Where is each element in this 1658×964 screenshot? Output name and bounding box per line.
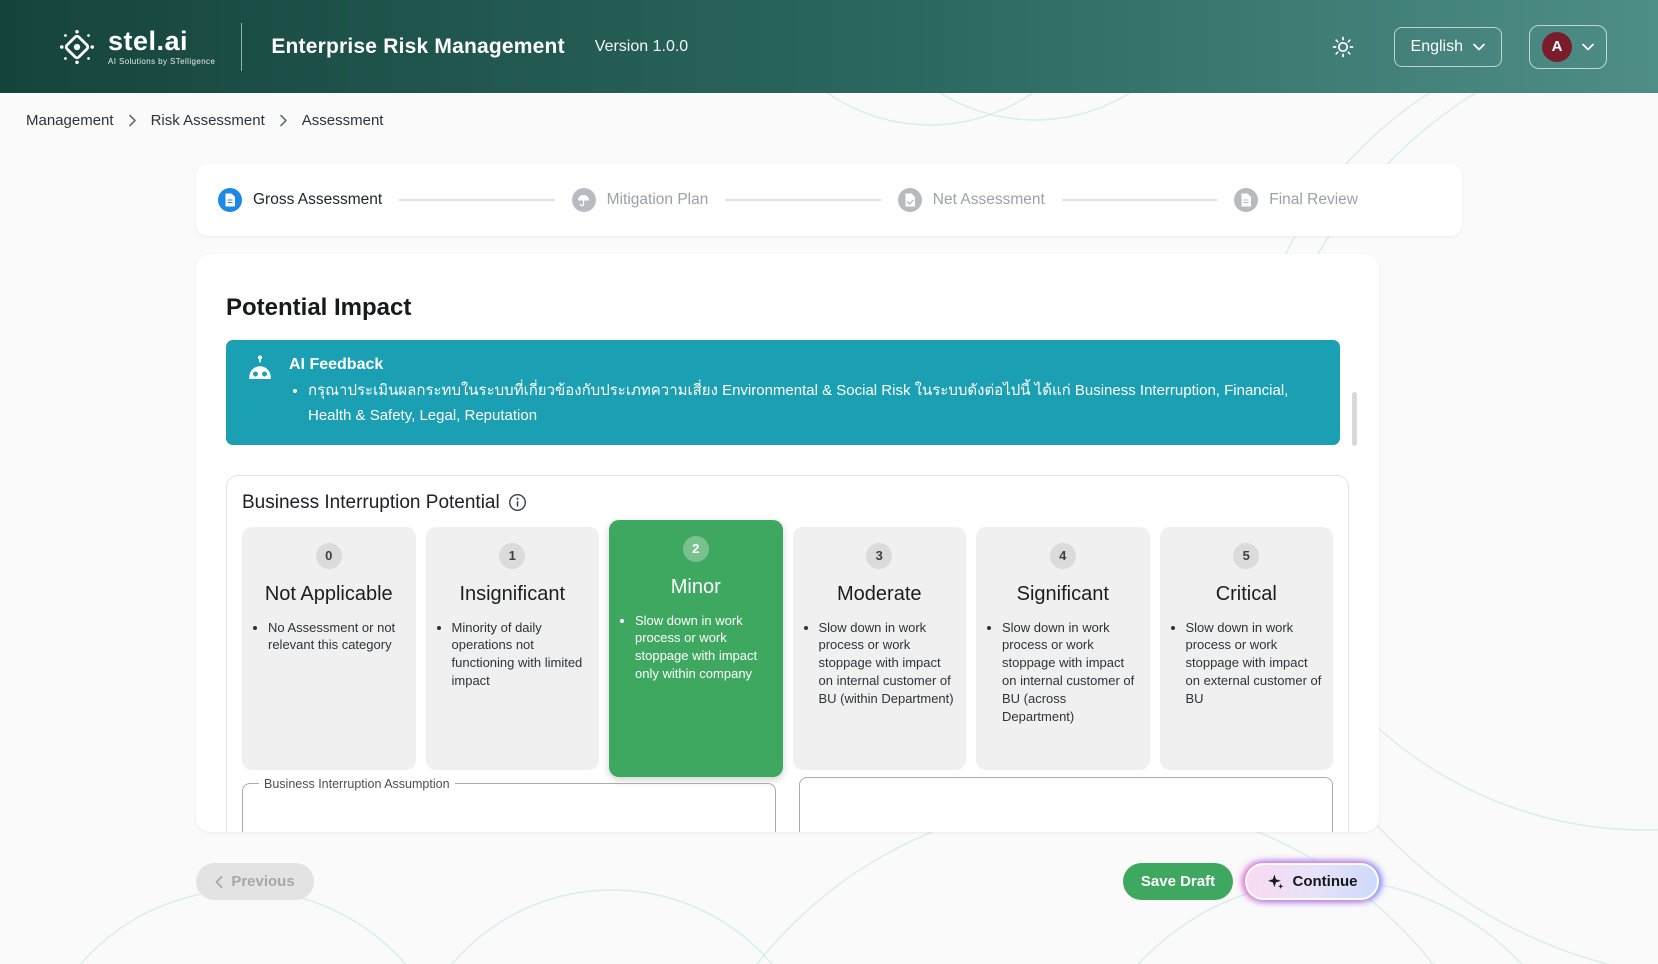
brand-logo: stel.ai AI Solutions by STelligence: [56, 26, 215, 68]
language-label: English: [1411, 38, 1463, 56]
step-connector: [1062, 199, 1217, 201]
option-score-badge: 3: [866, 543, 892, 569]
chevron-right-icon: [128, 114, 137, 127]
impact-option-2-minor-selected[interactable]: 2 Minor Slow down in work process or wor…: [609, 520, 783, 777]
option-title: Minor: [609, 576, 783, 599]
option-description: Minority of daily operations not functio…: [452, 619, 590, 691]
option-description: Slow down in work process or work stoppa…: [1186, 619, 1324, 709]
option-title: Moderate: [793, 583, 967, 606]
info-button[interactable]: [508, 493, 527, 512]
brand-tagline: AI Solutions by STelligence: [108, 58, 215, 66]
option-score-badge: 5: [1233, 543, 1259, 569]
step-label: Final Review: [1269, 191, 1358, 209]
app-version: Version 1.0.0: [595, 38, 688, 56]
ai-feedback-message: กรุณาประเมินผลกระทบในระบบที่เกี่ยวข้องกั…: [308, 379, 1320, 429]
brand-name: stel.ai: [108, 28, 215, 55]
impact-option-4-significant[interactable]: 4 Significant Slow down in work process …: [976, 527, 1150, 770]
step-circle: [1234, 188, 1258, 212]
theme-toggle-button[interactable]: [1327, 31, 1359, 63]
stelai-logo-icon: [56, 26, 98, 68]
chevron-down-icon: [1473, 43, 1485, 51]
impact-option-5-critical[interactable]: 5 Critical Slow down in work process or …: [1160, 527, 1334, 770]
breadcrumb-assessment: Assessment: [302, 112, 384, 129]
sun-icon: [1331, 35, 1355, 59]
avatar: A: [1542, 32, 1572, 62]
document-check-icon: [904, 193, 916, 207]
ai-feedback-title: AI Feedback: [289, 355, 1320, 375]
step-label: Gross Assessment: [253, 191, 382, 209]
page-title: Potential Impact: [226, 294, 1349, 322]
assessment-stepper: Gross Assessment Mitigation Plan Net Ass…: [196, 164, 1462, 236]
sparkle-icon: [1267, 873, 1285, 891]
option-title: Critical: [1160, 583, 1334, 606]
footer-actions: Previous Save Draft Continue: [196, 863, 1379, 900]
step-final-review[interactable]: Final Review: [1234, 188, 1358, 212]
step-connector: [399, 199, 554, 201]
option-title: Significant: [976, 583, 1150, 606]
umbrella-icon: [577, 194, 590, 207]
header-divider: [241, 23, 242, 71]
step-circle: [572, 188, 596, 212]
option-description: Slow down in work process or work stoppa…: [819, 619, 957, 709]
option-score-badge: 4: [1050, 543, 1076, 569]
breadcrumb: Management Risk Assessment Assessment: [26, 112, 1658, 129]
section-title: Business Interruption Potential: [242, 492, 500, 514]
step-net-assessment[interactable]: Net Assessment: [898, 188, 1045, 212]
business-interruption-section: Business Interruption Potential 0 Not Ap…: [226, 475, 1349, 833]
step-circle: [898, 188, 922, 212]
step-circle: [218, 188, 242, 212]
impact-option-0-not-applicable[interactable]: 0 Not Applicable No Assessment or not re…: [242, 527, 416, 770]
option-description: Slow down in work process or work stoppa…: [635, 612, 773, 684]
impact-options: 0 Not Applicable No Assessment or not re…: [242, 527, 1333, 777]
step-connector: [725, 199, 880, 201]
additional-field[interactable]: [799, 777, 1333, 833]
impact-option-3-moderate[interactable]: 3 Moderate Slow down in work process or …: [793, 527, 967, 770]
step-gross-assessment[interactable]: Gross Assessment: [218, 188, 382, 212]
breadcrumb-risk-assessment[interactable]: Risk Assessment: [151, 112, 265, 129]
field-label: Business Interruption Assumption: [259, 777, 455, 791]
option-score-badge: 1: [499, 543, 525, 569]
app-title: Enterprise Risk Management: [271, 35, 564, 59]
robot-icon: [246, 355, 274, 381]
save-draft-label: Save Draft: [1141, 873, 1215, 890]
option-description: No Assessment or not relevant this categ…: [268, 619, 406, 655]
previous-button[interactable]: Previous: [196, 863, 314, 900]
option-title: Insignificant: [426, 583, 600, 606]
page: stel.ai AI Solutions by STelligence Ente…: [0, 0, 1658, 964]
gross-assessment-card: Potential Impact AI Feedback กรุณาประเมิ…: [196, 254, 1379, 832]
ai-feedback-banner: AI Feedback กรุณาประเมินผลกระทบในระบบที่…: [226, 340, 1340, 445]
option-score-badge: 2: [683, 536, 709, 562]
info-icon: [508, 493, 527, 512]
continue-button[interactable]: Continue: [1245, 863, 1379, 900]
chevron-right-icon: [279, 114, 288, 127]
continue-label: Continue: [1293, 873, 1358, 890]
app-header: stel.ai AI Solutions by STelligence Ente…: [0, 0, 1658, 93]
user-menu[interactable]: A: [1529, 25, 1607, 69]
step-label: Net Assessment: [933, 191, 1045, 209]
document-icon: [224, 193, 236, 207]
business-interruption-assumption-field[interactable]: Business Interruption Assumption: [242, 777, 776, 833]
option-score-badge: 0: [316, 543, 342, 569]
impact-option-1-insignificant[interactable]: 1 Insignificant Minority of daily operat…: [426, 527, 600, 770]
step-label: Mitigation Plan: [607, 191, 709, 209]
step-mitigation-plan[interactable]: Mitigation Plan: [572, 188, 709, 212]
chevron-down-icon: [1582, 43, 1594, 51]
language-selector[interactable]: English: [1394, 27, 1502, 67]
previous-label: Previous: [231, 873, 294, 890]
option-description: Slow down in work process or work stoppa…: [1002, 619, 1140, 727]
chevron-left-icon: [215, 876, 223, 888]
document-icon: [1240, 193, 1252, 207]
option-title: Not Applicable: [242, 583, 416, 606]
breadcrumb-management[interactable]: Management: [26, 112, 114, 129]
save-draft-button[interactable]: Save Draft: [1123, 863, 1233, 900]
scrollbar-thumb[interactable]: [1352, 392, 1357, 446]
